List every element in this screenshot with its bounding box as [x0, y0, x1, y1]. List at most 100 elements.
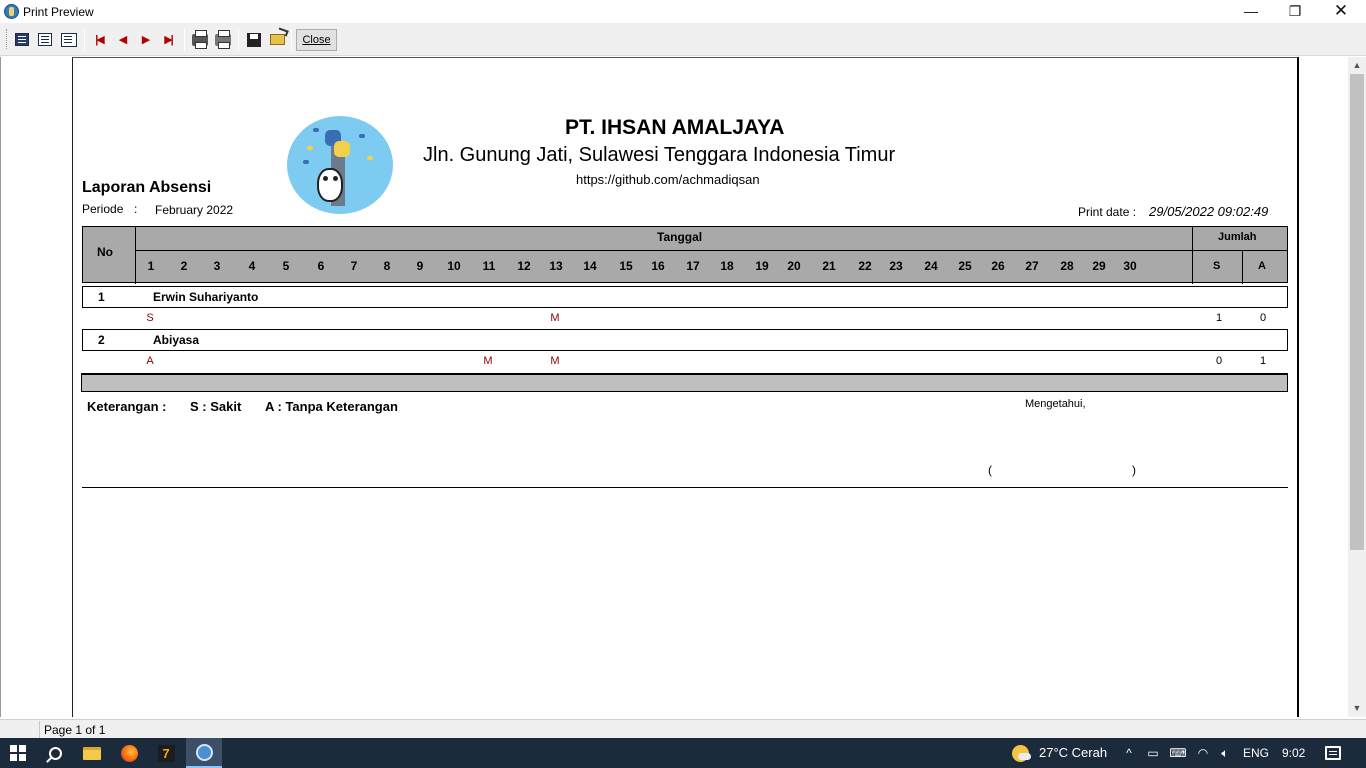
- sum-s: 0: [1215, 355, 1223, 367]
- whole-page-button[interactable]: [35, 30, 55, 49]
- weather-text[interactable]: 27°C Cerah: [1039, 738, 1107, 768]
- last-page-icon: ▶|: [164, 34, 173, 46]
- panda-figure: [317, 168, 343, 202]
- header-day: 15: [619, 259, 633, 273]
- weather-icon[interactable]: [1012, 745, 1031, 762]
- window-close-button[interactable]: ✕: [1318, 0, 1364, 23]
- close-button[interactable]: Close: [296, 29, 337, 51]
- language-indicator[interactable]: ENG: [1243, 738, 1269, 768]
- report-app-button[interactable]: [186, 738, 222, 768]
- periode-label: Periode: [82, 202, 124, 216]
- print-setup-button[interactable]: [190, 29, 210, 49]
- header-divider: [1242, 251, 1243, 284]
- scroll-up-icon[interactable]: ▲: [1348, 57, 1366, 74]
- maximize-button[interactable]: ❐: [1272, 0, 1318, 23]
- employee-row: 1 Erwin Suhariyanto: [82, 286, 1288, 308]
- title-bar: Print Preview — ❐ ✕: [0, 0, 1366, 23]
- page-width-icon: [15, 33, 29, 46]
- header-day: 10: [447, 259, 461, 273]
- scroll-thumb[interactable]: [1350, 74, 1364, 550]
- page-indicator: Page 1 of 1: [44, 723, 106, 737]
- employee-row: 2 Abiyasa: [82, 329, 1288, 351]
- attendance-mark: S: [146, 312, 154, 324]
- employee-no: 2: [98, 333, 105, 347]
- toolbar-separator: [184, 29, 185, 51]
- next-page-button[interactable]: ▶: [135, 30, 155, 49]
- attendance-mark: M: [483, 355, 493, 367]
- company-logo: [287, 116, 393, 214]
- report-page: PT. IHSAN AMALJAYA Jln. Gunung Jati, Sul…: [72, 57, 1299, 717]
- company-address: Jln. Gunung Jati, Sulawesi Tenggara Indo…: [423, 144, 896, 166]
- logo-leaf: [307, 146, 313, 150]
- header-day: 6: [317, 259, 325, 273]
- start-button[interactable]: [0, 738, 36, 768]
- print-button[interactable]: [213, 29, 233, 49]
- header-day: 13: [549, 259, 563, 273]
- previous-page-icon: ◀: [118, 34, 128, 46]
- sum-a: 0: [1259, 312, 1267, 324]
- firefox-button[interactable]: [111, 738, 147, 768]
- app-icon: [4, 4, 19, 19]
- logo-leaf: [359, 134, 365, 138]
- periode-colon: :: [134, 202, 138, 216]
- keyboard-icon[interactable]: ⌨: [1169, 738, 1187, 768]
- toolbar-separator: [291, 29, 292, 51]
- header-day: 20: [787, 259, 801, 273]
- minimize-button[interactable]: —: [1228, 0, 1274, 23]
- search-icon: [48, 746, 62, 760]
- toolbar: |◀ ◀ ▶ ▶|: [0, 23, 1366, 56]
- mengetahui-label: Mengetahui,: [1025, 398, 1086, 410]
- file-explorer-button[interactable]: [74, 738, 110, 768]
- 7zip-button[interactable]: 7: [148, 738, 184, 768]
- wifi-icon[interactable]: ◠: [1194, 738, 1212, 768]
- clock[interactable]: 9:02: [1282, 738, 1305, 768]
- print-icon: [215, 29, 231, 49]
- last-page-button[interactable]: ▶|: [158, 30, 178, 49]
- header-day: 26: [991, 259, 1005, 273]
- open-button[interactable]: [267, 30, 287, 49]
- header-divider: [1192, 227, 1193, 284]
- previous-page-button[interactable]: ◀: [112, 30, 132, 49]
- report-title: Laporan Absensi: [82, 179, 212, 196]
- open-icon: [269, 34, 285, 45]
- header-day: 30: [1123, 259, 1137, 273]
- header-day: 29: [1092, 259, 1106, 273]
- header-divider: [135, 227, 136, 284]
- report-app-icon: [195, 743, 213, 761]
- signature-paren-close: ): [1132, 463, 1136, 477]
- page-width-button[interactable]: [12, 30, 32, 49]
- header-day: 27: [1025, 259, 1039, 273]
- zoom-button[interactable]: [59, 30, 79, 49]
- meet-icon[interactable]: ▭: [1145, 738, 1161, 768]
- whole-page-icon: [38, 33, 52, 46]
- toolbar-separator: [84, 29, 85, 51]
- company-name: PT. IHSAN AMALJAYA: [565, 116, 785, 139]
- table-footer-bar: [81, 373, 1288, 392]
- header-day: 14: [583, 259, 597, 273]
- tray-overflow-icon[interactable]: ^: [1121, 738, 1137, 768]
- toolbar-grip: [6, 29, 9, 49]
- preview-area[interactable]: PT. IHSAN AMALJAYA Jln. Gunung Jati, Sul…: [0, 57, 1348, 717]
- header-day: 28: [1060, 259, 1074, 273]
- first-page-button[interactable]: |◀: [89, 30, 109, 49]
- header-day: 2: [180, 259, 188, 273]
- footer-line: [82, 487, 1288, 488]
- search-button[interactable]: [37, 738, 73, 768]
- logo-leaf: [303, 160, 309, 164]
- save-button[interactable]: [244, 30, 264, 49]
- company-url: https://github.com/achmadiqsan: [576, 172, 760, 187]
- toolbar-separator: [238, 29, 239, 51]
- header-divider: [135, 250, 1288, 251]
- header-a: A: [1258, 260, 1266, 272]
- firefox-icon: [120, 744, 138, 762]
- header-day: 23: [889, 259, 903, 273]
- volume-icon[interactable]: 🔈︎: [1216, 738, 1234, 768]
- print-setup-icon: [192, 29, 208, 49]
- vertical-scrollbar[interactable]: ▲ ▼: [1348, 57, 1366, 717]
- keterangan-label: Keterangan :: [87, 399, 167, 414]
- zoom-icon: [61, 32, 77, 47]
- notification-icon[interactable]: [1325, 746, 1341, 760]
- scroll-down-icon[interactable]: ▼: [1348, 700, 1366, 717]
- header-day: 16: [651, 259, 665, 273]
- windows-icon: [10, 745, 26, 761]
